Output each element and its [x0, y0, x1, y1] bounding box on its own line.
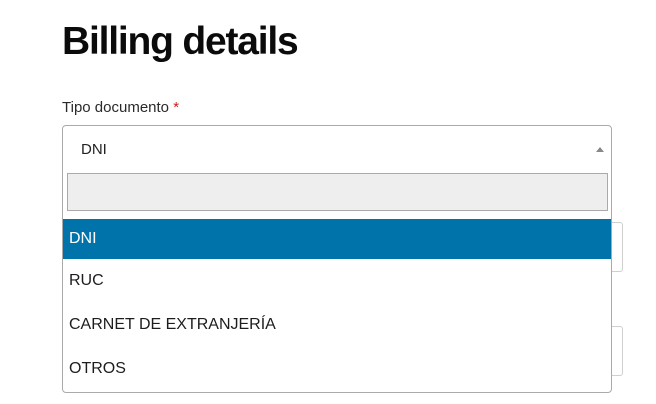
field-label-text: Tipo documento — [62, 99, 170, 116]
tipo-documento-select[interactable]: DNI DNI RUC CARNET DE EXTRANJERÍA OTROS — [62, 125, 612, 393]
dropdown-search-input[interactable] — [67, 173, 608, 211]
page-title: Billing details — [62, 20, 299, 63]
option-otros[interactable]: OTROS — [63, 347, 611, 391]
billing-page: Billing details Tipo documento * DNI DNI… — [0, 0, 656, 404]
option-ruc[interactable]: RUC — [63, 259, 611, 303]
dropdown-search-wrap — [63, 173, 611, 221]
select-current-value[interactable]: DNI — [63, 126, 611, 172]
required-asterisk: * — [173, 99, 180, 116]
option-carnet-de-extranjeria[interactable]: CARNET DE EXTRANJERÍA — [63, 303, 611, 347]
caret-up-icon[interactable] — [596, 147, 604, 152]
option-dni[interactable]: DNI — [63, 219, 611, 259]
dropdown-options-list: DNI RUC CARNET DE EXTRANJERÍA OTROS — [63, 219, 611, 391]
selected-value-text: DNI — [81, 140, 107, 158]
tipo-documento-label: Tipo documento * — [62, 99, 179, 117]
